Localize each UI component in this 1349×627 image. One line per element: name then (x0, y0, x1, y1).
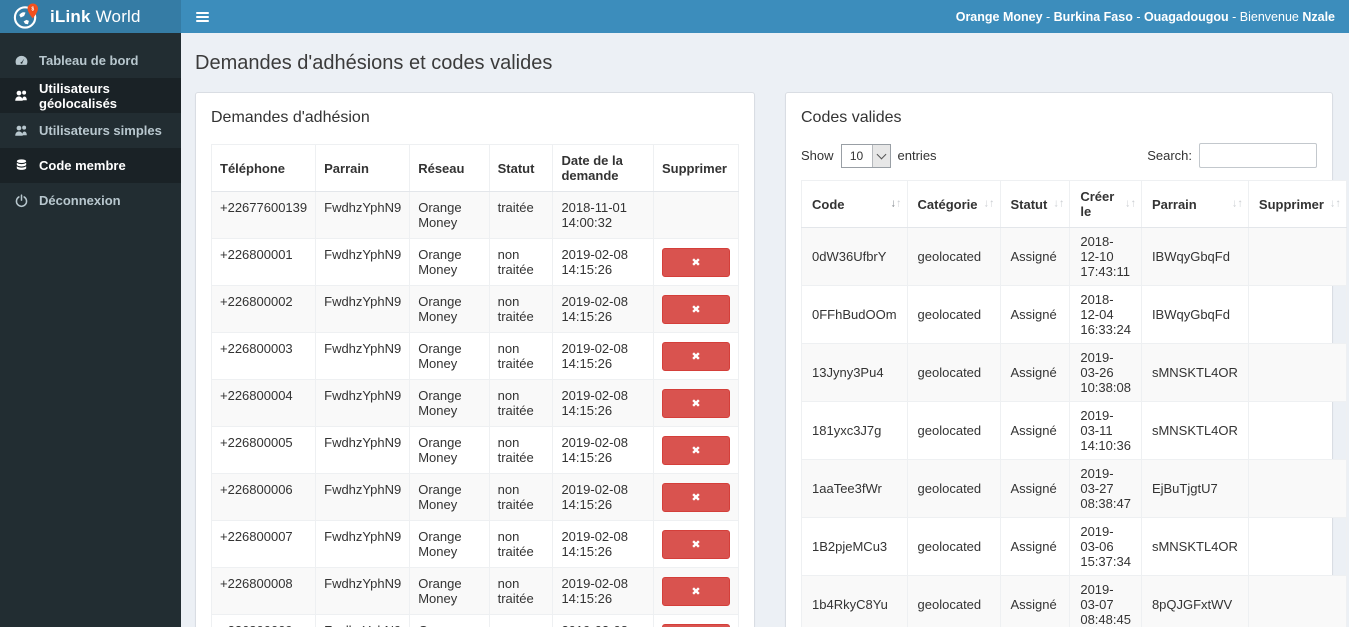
table-row: +226800002 FwdhzYphN9 Orange Money non trai… (210, 285, 740, 333)
demandes-panel-title: Demandes d'adhésion (211, 109, 370, 126)
delete-button[interactable]: ✖ (661, 529, 730, 559)
table-row: 181yxc3J7g geolocated Assigné 2019-03-11 14… (801, 401, 1347, 460)
sidebar-toggle-button[interactable] (181, 0, 223, 33)
table-row: +22677600139 FwdhzYphN9 Orange Money traité… (210, 191, 740, 239)
table-row: +226800009FwdhzYphN9Orange Moneynon trai… (210, 614, 740, 627)
sidebar-item-label: Déconnexion (39, 193, 121, 208)
users-icon (14, 123, 29, 138)
sidebar-item-label: Tableau de bord (39, 53, 139, 68)
table-row: 0dW36UfbrY geolocated Assigné 2018-12-10 17… (801, 227, 1347, 286)
delete-button[interactable]: ✖ (661, 388, 730, 418)
panel-codes: Codes valides Show 10 entries Search: Co… (785, 92, 1347, 627)
codes-table: Code ↓ ↑ Catégorie ↓ ↑ Statut ↓ ↑ Créer le ↓ ↑ Parra… (801, 180, 1347, 627)
sort-icon: ↓ ↑ (1053, 197, 1065, 210)
delete-button[interactable]: ✖ (661, 435, 730, 465)
column-header-cat-gorie[interactable]: Catégorie ↓ ↑ (906, 180, 1001, 228)
sidebar-item-dashboard[interactable]: Tableau de bord (0, 43, 181, 78)
column-header-parrain[interactable]: Parrain ↓ ↑ (1140, 180, 1249, 228)
column-header-supprimer[interactable]: Supprimer ↓ ↑ (1247, 180, 1347, 228)
sort-icon: ↓ ↑ (1124, 197, 1136, 210)
sidebar: Tableau de bord Utilisateurs géolocalisés… (0, 33, 181, 627)
page-title: Demandes d'adhésions et codes valides (195, 52, 553, 74)
sidebar-item-label: Utilisateurs géolocalisés (39, 80, 118, 111)
users-icon (14, 88, 29, 103)
table-row: +226800008 FwdhzYphN9 Orange Money non trai… (210, 567, 740, 615)
search-control: Search: (1147, 143, 1317, 168)
column-header: Réseau (409, 144, 490, 192)
delete-button[interactable]: ✖ (661, 294, 730, 324)
length-label-before: Show (801, 148, 834, 163)
table-row: 13Jyny3Pu4 geolocated Assigné 2019-03-26 10… (801, 343, 1347, 402)
page-length-control: Show 10 entries (801, 143, 937, 168)
brand-title: iLink World (50, 6, 141, 26)
column-header: Téléphone (210, 144, 317, 192)
brand-link[interactable]: $ iLink World (0, 0, 181, 33)
table-row: +226800001 FwdhzYphN9 Orange Money non trai… (210, 238, 740, 286)
sort-icon: ↓ ↑ (1329, 197, 1341, 210)
chevron-down-icon (871, 144, 890, 167)
table-row: +226800006 FwdhzYphN9 Orange Money non trai… (210, 473, 740, 521)
sort-icon: ↓ ↑ (983, 197, 995, 210)
panel-demandes: Demandes d'adhésion Téléphone Parrain Rése… (195, 92, 755, 627)
table-row: 0FFhBudOOm geolocated Assigné 2018-12-04 16… (801, 285, 1347, 344)
sidebar-item-label: Utilisateurs simples (39, 123, 162, 138)
sidebar-item-users-geolocated[interactable]: Utilisateurs géolocalisés (0, 78, 181, 113)
sort-icon: ↓ ↑ (1231, 197, 1243, 210)
column-header: Date de la demande (552, 144, 654, 192)
app-logo-icon: $ (12, 2, 41, 31)
sidebar-item-users-simple[interactable]: Utilisateurs simples (0, 113, 181, 148)
column-header: Parrain (315, 144, 411, 192)
delete-button[interactable]: ✖ (661, 247, 730, 277)
table-row: 1b4RkyC8Yu geolocated Assigné 2019-03-07 08… (801, 575, 1347, 627)
column-header: Supprimer (652, 144, 740, 192)
sidebar-item-member-code[interactable]: Code membre (0, 148, 181, 183)
sidebar-item-logout[interactable]: Déconnexion (0, 183, 181, 218)
user-context: Orange Money - Burkina Faso - Ouagadougo… (955, 9, 1335, 24)
table-row: +226800007 FwdhzYphN9 Orange Money non trai… (210, 520, 740, 568)
table-row: +226800005 FwdhzYphN9 Orange Money non trai… (210, 426, 740, 474)
table-row: 1aaTee3fWr geolocated Assigné 2019-03-27 08… (801, 459, 1347, 518)
column-header-statut[interactable]: Statut ↓ ↑ (999, 180, 1071, 228)
power-icon (14, 193, 29, 208)
column-header-cr-er-le[interactable]: Créer le ↓ ↑ (1069, 180, 1142, 228)
table-row: +226800003 FwdhzYphN9 Orange Money non trai… (210, 332, 740, 380)
delete-button[interactable]: ✖ (661, 341, 730, 371)
top-navbar: $ iLink World Orange Money - Burkina Fas… (0, 0, 1349, 33)
length-label-after: entries (897, 148, 937, 163)
table-row: +226800004 FwdhzYphN9 Orange Money non trai… (210, 379, 740, 427)
search-input[interactable] (1199, 143, 1317, 168)
svg-text:$: $ (31, 6, 34, 12)
delete-button[interactable]: ✖ (661, 576, 730, 606)
table-row: 1B2pjeMCu3 geolocated Assigné 2019-03-06 15… (801, 517, 1347, 576)
delete-button[interactable]: ✖ (661, 482, 730, 512)
database-icon (14, 158, 29, 173)
sort-icon: ↓ ↑ (890, 197, 902, 210)
column-header: Statut (488, 144, 554, 192)
demandes-table: Téléphone Parrain Réseau Statut Date de la d… (210, 144, 740, 627)
dashboard-icon (14, 53, 29, 68)
page-length-select[interactable]: 10 (840, 143, 891, 168)
search-label: Search: (1147, 148, 1192, 163)
main-content: Demandes d'adhésions et codes valides De… (181, 33, 1349, 627)
delete-button[interactable]: ✖ (661, 623, 730, 627)
sidebar-item-label: Code membre (39, 158, 126, 173)
column-header-code[interactable]: Code ↓ ↑ (801, 180, 908, 228)
codes-panel-title: Codes valides (801, 109, 902, 126)
